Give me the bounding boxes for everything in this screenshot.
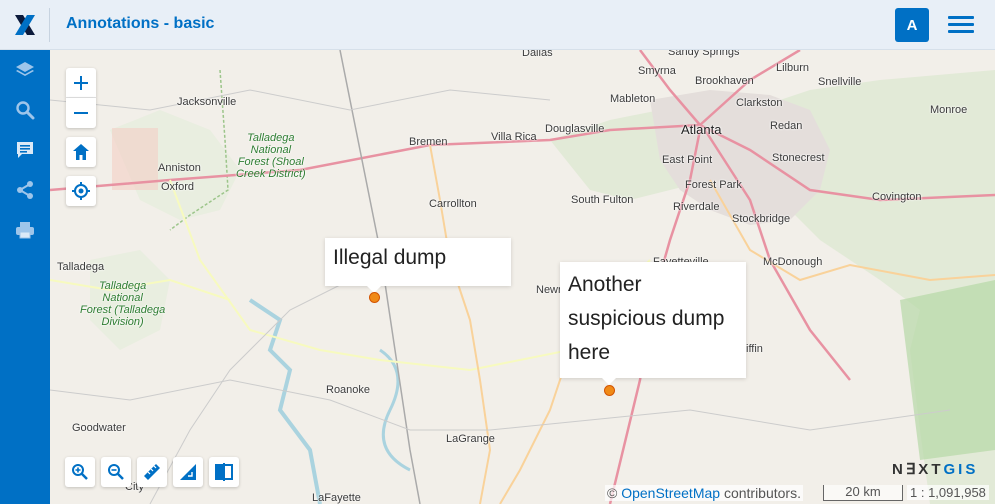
zoom-out-tool-button[interactable]	[101, 457, 131, 487]
scale-bar: 20 km	[823, 485, 903, 501]
place-label: Covington	[872, 191, 922, 203]
place-label: Atlanta	[681, 122, 722, 137]
nextgis-logo-icon[interactable]	[0, 0, 50, 50]
place-label: Roanoke	[326, 384, 371, 396]
area-ruler-icon	[180, 464, 196, 480]
place-label: Clarkston	[736, 97, 783, 109]
place-label: Carrollton	[429, 198, 477, 210]
page-title: Annotations - basic	[66, 15, 215, 32]
home-icon	[73, 144, 89, 160]
header-bar: Annotations - basic A	[0, 0, 995, 50]
swipe-compare-button[interactable]	[209, 457, 239, 487]
place-label: Goodwater	[72, 422, 126, 434]
place-label: Oxford	[161, 181, 195, 193]
forest-label-talladega-division: Talladega National Forest (Talladega Div…	[80, 280, 166, 328]
place-label: Brookhaven	[695, 75, 754, 87]
user-avatar-button[interactable]: A	[895, 8, 929, 42]
attribution: © OpenStreetMap contributors.	[605, 485, 803, 501]
osm-link[interactable]: OpenStreetMap	[621, 485, 720, 501]
place-label: Stonecrest	[772, 152, 825, 164]
annotation-marker[interactable]	[369, 292, 380, 303]
print-icon[interactable]	[0, 210, 50, 250]
annotation-marker[interactable]	[604, 385, 615, 396]
place-label: Villa Rica	[491, 131, 537, 143]
place-label: Stockbridge	[732, 213, 791, 225]
place-label: LaGrange	[446, 433, 495, 445]
annotation-popup[interactable]: Another suspicious dump here	[560, 262, 746, 385]
place-label: Forest Park	[685, 179, 742, 191]
share-icon[interactable]	[0, 170, 50, 210]
place-label: South Fulton	[571, 194, 634, 206]
geolocate-button[interactable]	[66, 176, 96, 206]
sidebar	[0, 50, 50, 504]
annotations-icon[interactable]	[0, 130, 50, 170]
zoom-in-button[interactable]	[66, 68, 96, 98]
basemap-tiles	[50, 50, 995, 504]
place-label: Anniston	[158, 162, 201, 174]
measure-area-button[interactable]	[173, 457, 203, 487]
ruler-icon	[144, 464, 160, 480]
plus-icon	[74, 75, 88, 90]
hamburger-menu-icon[interactable]	[946, 14, 978, 36]
zoom-out-magnifier-icon	[108, 464, 124, 480]
place-label: Bremen	[409, 136, 448, 148]
place-label: Douglasville	[545, 123, 605, 135]
place-label: Redan	[770, 120, 803, 132]
place-label: Smyrna	[638, 65, 676, 77]
zoom-in-magnifier-icon	[72, 464, 88, 480]
place-label: Lilburn	[776, 62, 810, 74]
place-label: iffin	[746, 343, 763, 355]
nextgis-brand-logo: N∃XTGIS	[892, 461, 979, 478]
place-label: Monroe	[930, 104, 968, 116]
zoom-in-tool-button[interactable]	[65, 457, 95, 487]
place-label: East Point	[662, 154, 713, 166]
place-label: Talladega	[57, 261, 105, 273]
forest-label-shoal-creek: Talladega National Forest (Shoal Creek D…	[236, 132, 306, 180]
measure-distance-button[interactable]	[137, 457, 167, 487]
place-label: Dallas	[522, 50, 553, 59]
home-extent-button[interactable]	[66, 137, 96, 167]
header-divider	[49, 8, 50, 42]
place-label: Sandy Springs	[668, 50, 740, 58]
place-label: Snellville	[818, 76, 862, 88]
minus-icon	[74, 112, 88, 114]
swipe-icon	[215, 463, 233, 481]
crosshair-icon	[72, 182, 90, 200]
annotation-popup[interactable]: Illegal dump	[325, 238, 511, 293]
place-label: McDonough	[763, 256, 823, 268]
map-view[interactable]: Dallas Sandy Springs Smyrna Brookhaven L…	[50, 50, 995, 504]
place-label: Jacksonville	[177, 96, 237, 108]
layers-icon[interactable]	[0, 50, 50, 90]
scale-ratio: 1 : 1,091,958	[907, 485, 989, 500]
zoom-out-button[interactable]	[66, 98, 96, 128]
place-label: Mableton	[610, 93, 656, 105]
place-label: LaFayette	[312, 492, 361, 504]
place-label: Riverdale	[673, 201, 720, 213]
search-icon[interactable]	[0, 90, 50, 130]
